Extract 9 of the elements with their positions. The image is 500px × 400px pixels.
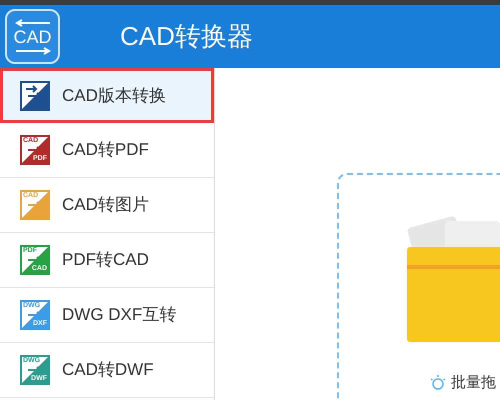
file-convert-icon (20, 80, 50, 110)
lightbulb-icon (429, 374, 447, 392)
arrow-icon (14, 18, 50, 26)
sidebar-item[interactable]: CAD版本转换 (0, 68, 214, 123)
window-title: CAD转换器 (120, 20, 253, 53)
drop-zone[interactable]: 批量拖 (337, 173, 500, 400)
drop-hint: 批量拖 (451, 373, 496, 393)
logo-text: CAD (13, 26, 52, 46)
arrow-icon (14, 46, 50, 54)
